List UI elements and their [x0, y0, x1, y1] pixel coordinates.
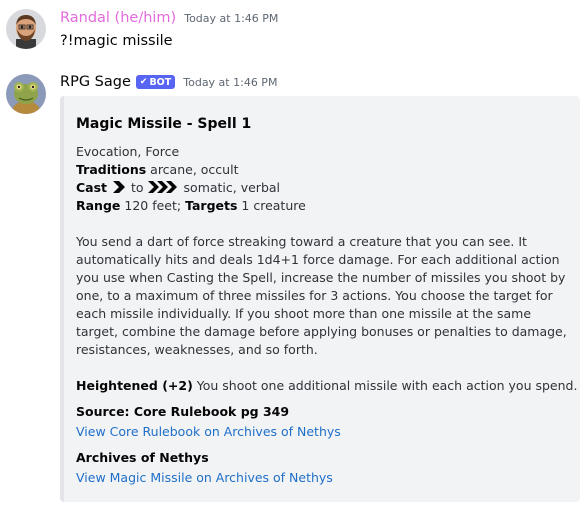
- traditions-line: Traditions arcane, occult: [76, 161, 238, 179]
- aon-title: Archives of Nethys: [76, 450, 209, 465]
- frog-knight-avatar[interactable]: [6, 74, 46, 114]
- message-header: RPG Sage ✔ BOT Today at 1:46 PM: [60, 74, 277, 91]
- timestamp[interactable]: Today at 1:46 PM: [184, 12, 278, 25]
- traditions-label: Traditions: [76, 162, 147, 177]
- heightened-line: Heightened (+2) You shoot one additional…: [76, 377, 577, 395]
- source-text: Source: Core Rulebook pg 349: [76, 404, 290, 419]
- traditions-value: arcane, occult: [146, 162, 239, 177]
- magic-missile-aon-link[interactable]: View Magic Missile on Archives of Nethys: [76, 469, 333, 487]
- bot-badge: ✔ BOT: [135, 75, 176, 89]
- range-value: 120 feet;: [120, 198, 186, 213]
- three-actions-icon: [147, 180, 180, 198]
- range-label: Range: [76, 198, 121, 213]
- message-header: Randal (he/him) Today at 1:46 PM: [60, 10, 278, 26]
- cast-line: Cast to somatic, verbal: [76, 179, 280, 198]
- embed-title: Magic Missile - Spell 1: [76, 116, 252, 132]
- message-text: ?!magic missile: [60, 33, 173, 49]
- spell-embed: Magic Missile - Spell 1 Evocation, Force…: [60, 96, 580, 502]
- range-line: Range 120 feet; Targets 1 creature: [76, 197, 306, 215]
- targets-value: 1 creature: [237, 198, 306, 213]
- timestamp[interactable]: Today at 1:46 PM: [183, 76, 277, 89]
- cast-label: Cast: [76, 180, 108, 195]
- cast-to: to: [131, 180, 144, 195]
- bot-badge-label: BOT: [149, 76, 172, 88]
- check-icon: ✔: [139, 77, 148, 87]
- username[interactable]: RPG Sage: [60, 74, 131, 90]
- heightened-text: You shoot one additional missile with ea…: [192, 378, 578, 393]
- username[interactable]: Randal (he/him): [60, 10, 176, 26]
- heightened-label: Heightened (+2): [76, 378, 193, 393]
- bearded-man-avatar[interactable]: [6, 9, 46, 49]
- spell-description: You send a dart of force streaking towar…: [76, 234, 567, 357]
- school-line: Evocation, Force: [76, 144, 180, 159]
- cast-components: somatic, verbal: [183, 180, 281, 195]
- core-rulebook-link[interactable]: View Core Rulebook on Archives of Nethys: [76, 423, 341, 441]
- one-action-icon: [111, 180, 127, 198]
- targets-label: Targets: [185, 198, 238, 213]
